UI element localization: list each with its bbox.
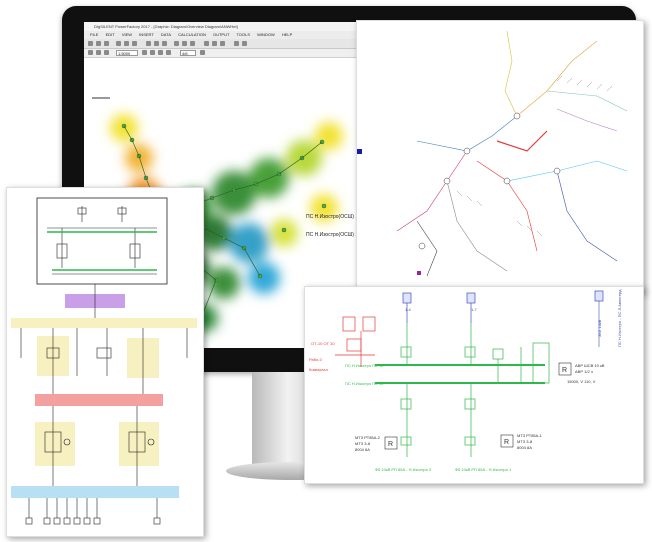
network-map-sheet	[356, 20, 644, 294]
feeder-label: 1-4	[405, 307, 412, 312]
bus-label: ПС Н.Изостро ПС 10	[345, 363, 384, 368]
menu-calculation[interactable]: CALCULATION	[178, 31, 206, 39]
help-icon[interactable]	[234, 41, 239, 46]
relay-letter: R	[388, 441, 393, 448]
busbar-pink	[35, 394, 163, 406]
relay-info: МТЗ 3-й	[355, 441, 370, 446]
layers-icon[interactable]	[104, 50, 109, 55]
freeze-icon[interactable]	[96, 50, 101, 55]
feeder-line	[556, 170, 618, 262]
substation-frame	[36, 197, 168, 285]
feeder-line	[504, 30, 518, 117]
relay-info: 15000, V 110, V	[567, 379, 596, 384]
relay-letter: R	[504, 439, 509, 446]
red-block-text: Коммунал	[309, 367, 329, 372]
map-label: ПС Н.Изостро(ОСШ) 110	[306, 214, 364, 220]
bus-label: ПС Н.Изостро ПС 10	[345, 381, 384, 386]
report-icon[interactable]	[182, 41, 187, 46]
feeder-bottom-label: Ф5 10кВ РП 85А - Н.Изостро 2	[375, 467, 432, 472]
feeder-line	[546, 90, 628, 112]
relay-info: АВР ШСВ 10 кВ	[575, 363, 605, 368]
menu-data[interactable]: DATA	[161, 31, 171, 39]
red-block-top: ОТ-10 ОТ 10	[311, 341, 335, 346]
network-map	[357, 30, 628, 277]
menu-help[interactable]: HELP	[282, 31, 292, 39]
menu-bar: FILE EDIT VIEW INSERT DATA CALCULATION O…	[84, 31, 366, 39]
vertical-label: ЗКЛ 10кВ	[597, 319, 602, 337]
paste-icon[interactable]	[132, 41, 137, 46]
top-equipment	[47, 206, 157, 275]
busbar-yellow	[11, 318, 197, 328]
outgoing-feeders	[25, 498, 161, 525]
menu-edit[interactable]: EDIT	[106, 31, 115, 39]
info-icon[interactable]	[242, 41, 247, 46]
save-icon[interactable]	[104, 41, 109, 46]
color-icon[interactable]	[142, 50, 147, 55]
feeder-breakers	[402, 290, 604, 304]
feeder-line	[516, 40, 598, 117]
feeder-line	[496, 130, 548, 152]
menu-output[interactable]: OUTPUT	[213, 31, 229, 39]
text-icon[interactable]	[150, 50, 155, 55]
grid-icon[interactable]	[166, 50, 171, 55]
print-icon[interactable]	[200, 50, 205, 55]
single-line-diagram: 1-4 1-7 ОТ-10 ОТ 10 Рабо-0 Коммунал ПС Н…	[309, 289, 622, 472]
map-label: ПС Н.Изостро(ОСШ) 110	[306, 232, 364, 238]
relay-info: МТЗ РТ85А-2	[355, 435, 381, 440]
window-title: DIgSILENT PowerFactory 2017 - [Graphic: …	[84, 22, 366, 31]
feeder-line	[446, 180, 508, 272]
zoom-out-icon[interactable]	[212, 41, 217, 46]
zoom-in-icon[interactable]	[204, 41, 209, 46]
load-flow-icon[interactable]	[154, 41, 159, 46]
graphic-icon[interactable]	[174, 41, 179, 46]
red-block	[335, 316, 376, 367]
map-marker	[357, 149, 362, 154]
menu-insert[interactable]: INSERT	[139, 31, 154, 39]
vertical-label: ПС Н.Изостро - ПС Л.Авенгерд	[617, 289, 622, 347]
feeder-line	[416, 115, 518, 152]
toolbar-secondary: 1:5000 4/6	[84, 49, 366, 58]
cut-icon[interactable]	[116, 41, 121, 46]
map-substations	[418, 112, 561, 250]
relay-info: МТЗ РТ85А-1	[517, 433, 543, 438]
menu-window[interactable]: WINDOW	[257, 31, 275, 39]
calculate-icon[interactable]	[146, 41, 151, 46]
line-icon[interactable]	[158, 50, 163, 55]
settings-icon[interactable]	[190, 41, 195, 46]
substation-diagram	[11, 197, 197, 525]
scale-field[interactable]: 4/6	[180, 50, 196, 56]
relay-info: 8004 8А	[355, 447, 370, 452]
zoom-field[interactable]: 1:5000	[116, 50, 138, 56]
feeder-line	[476, 160, 538, 252]
map-ticks	[456, 75, 613, 237]
feeder-label: 1-7	[471, 307, 478, 312]
menu-file[interactable]: FILE	[90, 31, 98, 39]
new-icon[interactable]	[88, 41, 93, 46]
feeder-bottom-label: Ф5 10кВ РП 85А - Н.Изостро 1	[455, 467, 512, 472]
short-circuit-icon[interactable]	[162, 41, 167, 46]
toolbar	[84, 39, 366, 49]
menu-tools[interactable]: TOOLS	[237, 31, 251, 39]
relay-info: АВР 1/2 ч	[575, 369, 593, 374]
red-block-mid: Рабо-0	[309, 357, 323, 362]
copy-icon[interactable]	[124, 41, 129, 46]
open-icon[interactable]	[96, 41, 101, 46]
busbar-lightblue	[11, 486, 179, 498]
relay-letter: R	[562, 367, 567, 374]
single-line-sheet: 1-4 1-7 ОТ-10 ОТ 10 Рабо-0 Коммунал ПС Н…	[304, 286, 644, 484]
relay-info: МТЗ 3-й	[517, 439, 532, 444]
feeder-line	[506, 160, 628, 182]
relay-info: 8004 8А	[517, 445, 532, 450]
select-icon[interactable]	[88, 50, 93, 55]
map-marker	[417, 271, 421, 275]
menu-view[interactable]: VIEW	[122, 31, 132, 39]
substation-sheet	[6, 187, 204, 537]
feeder-line	[556, 108, 618, 132]
pan-icon[interactable]	[220, 41, 225, 46]
